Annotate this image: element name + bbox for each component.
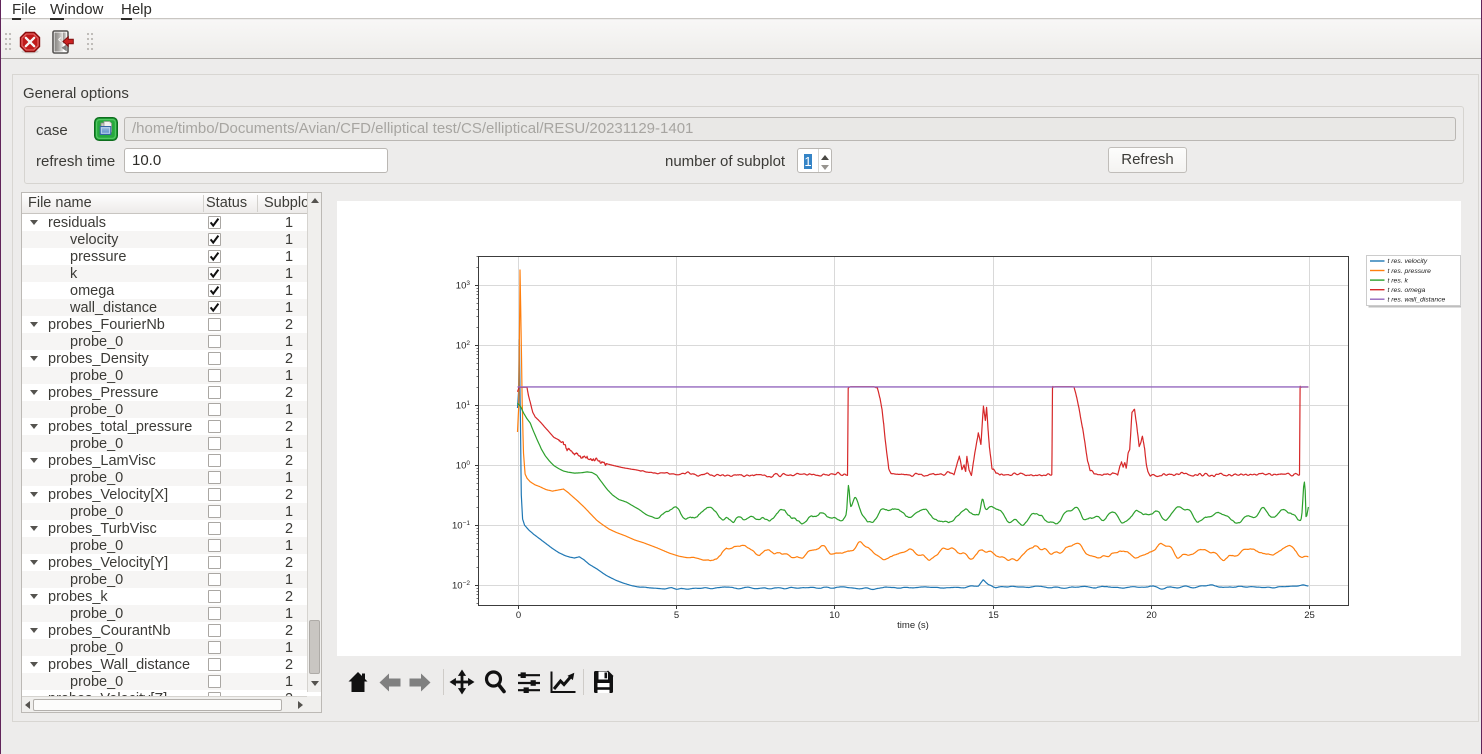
svg-text:100: 100 <box>456 460 471 472</box>
svg-text:time (s): time (s) <box>897 620 929 631</box>
svg-text:101: 101 <box>456 400 471 412</box>
svg-text:10−2: 10−2 <box>452 580 470 592</box>
svg-text:20: 20 <box>1146 610 1157 621</box>
svg-text:102: 102 <box>456 340 471 352</box>
svg-text:t res. k: t res. k <box>1388 277 1409 284</box>
svg-text:10−1: 10−1 <box>452 520 470 532</box>
svg-text:10: 10 <box>829 610 840 621</box>
svg-text:t res. velocity: t res. velocity <box>1388 258 1428 265</box>
svg-text:25: 25 <box>1304 610 1315 621</box>
svg-text:t res. pressure: t res. pressure <box>1388 268 1432 275</box>
svg-text:0: 0 <box>516 610 521 621</box>
svg-text:103: 103 <box>456 280 471 292</box>
svg-text:t res. omega: t res. omega <box>1388 287 1426 294</box>
svg-text:5: 5 <box>674 610 679 621</box>
svg-text:15: 15 <box>988 610 999 621</box>
svg-text:t res. wall_distance: t res. wall_distance <box>1388 296 1446 303</box>
